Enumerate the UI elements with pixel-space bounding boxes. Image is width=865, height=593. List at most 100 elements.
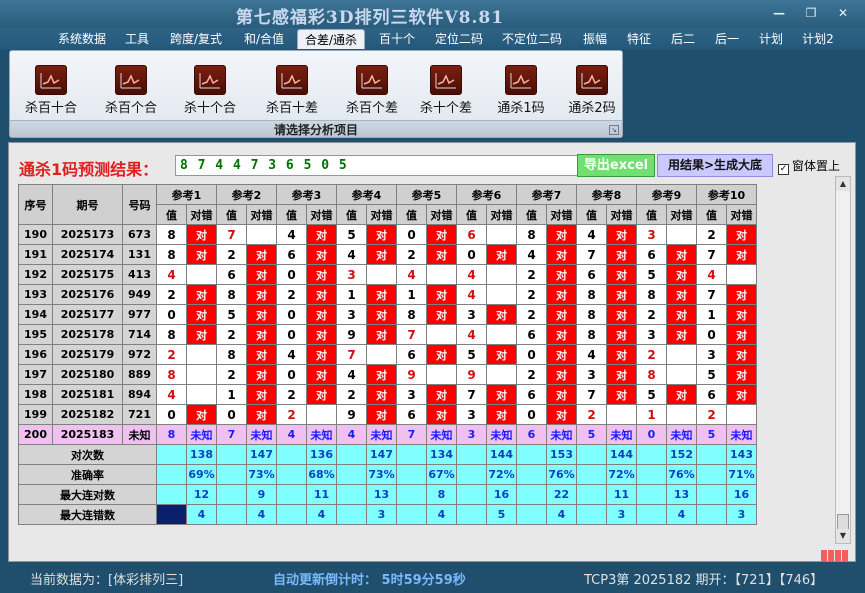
hit-mark: 对 bbox=[486, 404, 517, 425]
stat-value: 16 bbox=[486, 484, 517, 505]
header-ref[interactable]: 参考5 bbox=[396, 184, 457, 205]
generate-big-base-button[interactable]: 用结果>生成大底 bbox=[657, 154, 773, 177]
menu-item[interactable]: 计划2 bbox=[796, 29, 840, 49]
prediction-field[interactable]: 8 7 4 4 7 3 6 5 0 5 bbox=[175, 155, 579, 176]
stat-spacer bbox=[396, 484, 427, 505]
stat-spacer bbox=[336, 444, 367, 465]
unknown-mark: 未知 bbox=[306, 424, 337, 445]
table-row[interactable]: 197 2025180 889 8 2 对 0 对 4 对 9 9 2 对 3 对 8 5 对 bbox=[18, 364, 757, 385]
tool-button[interactable]: 通杀2码 bbox=[557, 65, 627, 116]
tool-button[interactable]: 杀百十差 bbox=[257, 65, 327, 116]
menu-item[interactable]: 定位二码 bbox=[428, 29, 490, 49]
header-ref[interactable]: 参考9 bbox=[636, 184, 697, 205]
tool-button[interactable]: 杀百个合 bbox=[96, 65, 166, 116]
ref-value: 8 bbox=[396, 304, 427, 325]
hit-mark: 对 bbox=[486, 384, 517, 405]
scroll-down-icon[interactable]: ▼ bbox=[836, 529, 850, 543]
row-issue: 2025180 bbox=[52, 364, 123, 385]
header-ref[interactable]: 参考3 bbox=[276, 184, 337, 205]
header-ref[interactable]: 参考1 bbox=[156, 184, 217, 205]
ref-value: 4 bbox=[516, 244, 547, 265]
hit-mark: 对 bbox=[726, 244, 757, 265]
stat-spacer bbox=[216, 484, 247, 505]
header-value: 值 bbox=[636, 204, 667, 225]
menu-item[interactable]: 跨度/复式 bbox=[162, 29, 230, 49]
menu-item[interactable]: 工具 bbox=[118, 29, 156, 49]
header-value: 值 bbox=[336, 204, 367, 225]
predict-value: 5 bbox=[696, 424, 727, 445]
header-ref[interactable]: 参考2 bbox=[216, 184, 277, 205]
menu-item[interactable]: 不定位二码 bbox=[496, 29, 568, 49]
ref-value: 7 bbox=[216, 224, 247, 245]
stat-spacer bbox=[636, 504, 667, 525]
export-excel-button[interactable]: 导出excel bbox=[577, 154, 655, 177]
header-ref[interactable]: 参考8 bbox=[576, 184, 637, 205]
table-row[interactable]: 195 2025178 714 8 对 2 对 0 对 9 对 7 4 6 对 8 对 3 对 0 对 bbox=[18, 324, 757, 345]
menu-item[interactable]: 后一 bbox=[708, 29, 746, 49]
menu-item[interactable]: 特征 bbox=[620, 29, 658, 49]
table-row[interactable]: 192 2025175 413 4 6 对 0 对 3 4 4 2 对 6 对 5 对 4 bbox=[18, 264, 757, 285]
vertical-scrollbar[interactable]: ▲ ▼ bbox=[835, 176, 851, 544]
table-row[interactable]: 194 2025177 977 0 对 5 对 0 对 3 对 8 对 3 对 2 对 8 对 2 对 1 对 bbox=[18, 304, 757, 325]
stat-value: 147 bbox=[366, 444, 397, 465]
hit-mark: 对 bbox=[546, 284, 577, 305]
menu-item[interactable]: 百十个 bbox=[372, 29, 422, 49]
menu-item[interactable]: 后二 bbox=[664, 29, 702, 49]
stat-spacer bbox=[396, 464, 427, 485]
chart-icon bbox=[115, 65, 147, 95]
ref-value: 8 bbox=[156, 244, 187, 265]
tool-button[interactable]: 杀百个差 bbox=[337, 65, 407, 116]
miss-mark bbox=[726, 264, 757, 285]
menu-item[interactable]: 计划 bbox=[752, 29, 790, 49]
ref-value: 2 bbox=[156, 344, 187, 365]
table-row[interactable]: 198 2025181 894 4 1 对 2 对 2 对 3 对 7 对 6 对 7 对 5 对 6 对 bbox=[18, 384, 757, 405]
hit-mark: 对 bbox=[246, 364, 277, 385]
row-issue: 2025174 bbox=[52, 244, 123, 265]
tool-button[interactable]: 通杀1码 bbox=[486, 65, 556, 116]
close-icon[interactable]: ✕ bbox=[830, 4, 856, 22]
header-ref[interactable]: 参考4 bbox=[336, 184, 397, 205]
ref-value: 6 bbox=[576, 264, 607, 285]
restore-icon[interactable]: ❐ bbox=[798, 4, 824, 22]
stat-spacer bbox=[336, 484, 367, 505]
scroll-up-icon[interactable]: ▲ bbox=[836, 177, 850, 191]
expand-icon[interactable]: ↘ bbox=[609, 125, 619, 135]
table-row[interactable]: 199 2025182 721 0 对 0 对 2 9 对 6 对 3 对 0 对 2 1 2 bbox=[18, 404, 757, 425]
menu-item[interactable]: 系统数据 bbox=[52, 29, 112, 49]
stat-value: 73% bbox=[246, 464, 277, 485]
table-row[interactable]: 190 2025173 673 8 对 7 4 对 5 对 0 对 6 8 对 4 对 3 2 对 bbox=[18, 224, 757, 245]
row-issue: 2025179 bbox=[52, 344, 123, 365]
tool-button[interactable]: 杀十个合 bbox=[175, 65, 245, 116]
on-top-label: 窗体置上 bbox=[792, 159, 841, 173]
header-ref[interactable]: 参考6 bbox=[456, 184, 517, 205]
stat-spacer bbox=[636, 464, 667, 485]
menu-item[interactable]: 振幅 bbox=[576, 29, 614, 49]
menu-item[interactable]: 和/合值 bbox=[236, 29, 292, 49]
stat-spacer bbox=[276, 464, 307, 485]
tool-button[interactable]: 杀十个差 bbox=[411, 65, 481, 116]
tool-button[interactable]: 杀百十合 bbox=[16, 65, 86, 116]
on-top-checkbox[interactable]: ✓ 窗体置上 bbox=[778, 157, 840, 175]
stat-value: 4 bbox=[246, 504, 277, 525]
menu-item-active[interactable]: 合差/通杀 bbox=[297, 29, 365, 49]
header-ref[interactable]: 参考7 bbox=[516, 184, 577, 205]
tool-label: 杀百十合 bbox=[24, 101, 77, 116]
header-ref[interactable]: 参考10 bbox=[696, 184, 757, 205]
stat-spacer bbox=[696, 504, 727, 525]
hit-mark: 对 bbox=[726, 304, 757, 325]
stat-spacer bbox=[396, 504, 427, 525]
scroll-thumb[interactable] bbox=[837, 514, 849, 530]
stat-row: 最大连对数 12 9 11 13 8 16 22 11 13 16 bbox=[18, 484, 757, 505]
header-value: 值 bbox=[576, 204, 607, 225]
stat-spacer bbox=[696, 444, 727, 465]
table-row[interactable]: 196 2025179 972 2 8 对 4 对 7 6 对 5 对 0 对 4 对 2 3 对 bbox=[18, 344, 757, 365]
stat-value: 68% bbox=[306, 464, 337, 485]
stat-spacer bbox=[156, 444, 187, 465]
current-row[interactable]: 200 2025183 未知 8 未知 7 未知 4 未知 4 未知 7 未知 3 未知 6 未知 5 未知 0 未知 5… bbox=[18, 424, 757, 445]
tool-label: 杀百个合 bbox=[104, 101, 157, 116]
ref-value: 4 bbox=[456, 324, 487, 345]
minimize-icon[interactable]: — bbox=[766, 4, 792, 22]
table-row[interactable]: 191 2025174 131 8 对 2 对 6 对 4 对 2 对 0 对 4 对 7 对 6 对 7 对 bbox=[18, 244, 757, 265]
unknown-mark: 未知 bbox=[546, 424, 577, 445]
table-row[interactable]: 193 2025176 949 2 对 8 对 2 对 1 对 1 对 4 2 对 8 对 8 对 7 对 bbox=[18, 284, 757, 305]
